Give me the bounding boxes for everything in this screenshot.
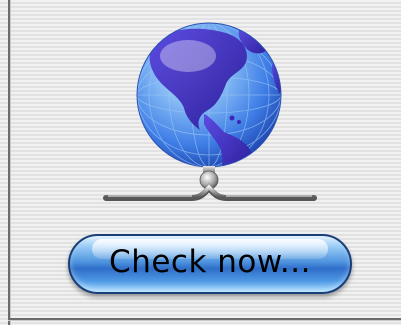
panel-border-bottom (8, 318, 401, 320)
network-connector (103, 166, 317, 201)
check-now-label: Check now... (109, 244, 311, 280)
software-update-panel: Check now... (0, 0, 401, 325)
network-globe-icon (103, 22, 317, 201)
panel-border-left (8, 0, 10, 325)
check-now-button[interactable]: Check now... (68, 234, 352, 294)
globe (136, 22, 282, 168)
